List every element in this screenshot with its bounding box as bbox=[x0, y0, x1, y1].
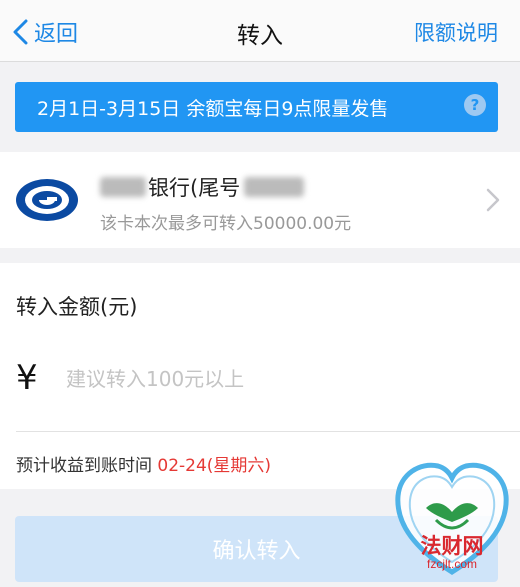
eta-label: 预计收益到账时间 bbox=[16, 456, 152, 476]
help-icon[interactable]: ? bbox=[464, 94, 486, 116]
bank-name-text: 银行(尾号 bbox=[148, 176, 241, 200]
bank-logo bbox=[16, 179, 78, 221]
watermark-site: fzcjlt.com bbox=[426, 557, 477, 571]
chevron-right-icon bbox=[486, 188, 500, 212]
eta-date: 02-24(星期六) bbox=[157, 456, 272, 476]
divider bbox=[16, 431, 520, 432]
masked-bank-prefix bbox=[100, 177, 146, 197]
bank-card-selector[interactable]: 银行(尾号 该卡本次最多可转入50000.00元 bbox=[0, 152, 520, 248]
amount-input[interactable] bbox=[66, 361, 486, 397]
promo-banner: 2月1日-3月15日 余额宝每日9点限量发售 ? bbox=[15, 82, 498, 132]
card-limit-text: 该卡本次最多可转入50000.00元 bbox=[100, 214, 352, 234]
promo-banner-text: 2月1日-3月15日 余额宝每日9点限量发售 bbox=[37, 97, 389, 120]
bank-name: 银行(尾号 bbox=[100, 172, 305, 202]
watermark-title: 法财网 bbox=[420, 533, 484, 558]
amount-label: 转入金额(元) bbox=[16, 295, 138, 319]
currency-symbol: ¥ bbox=[16, 358, 38, 398]
earnings-eta: 预计收益到账时间 02-24(星期六) bbox=[16, 451, 271, 476]
masked-card-tail bbox=[244, 177, 305, 197]
limit-info-link[interactable]: 限额说明 bbox=[414, 17, 498, 47]
nav-bar: 返回 转入 限额说明 bbox=[0, 0, 520, 62]
